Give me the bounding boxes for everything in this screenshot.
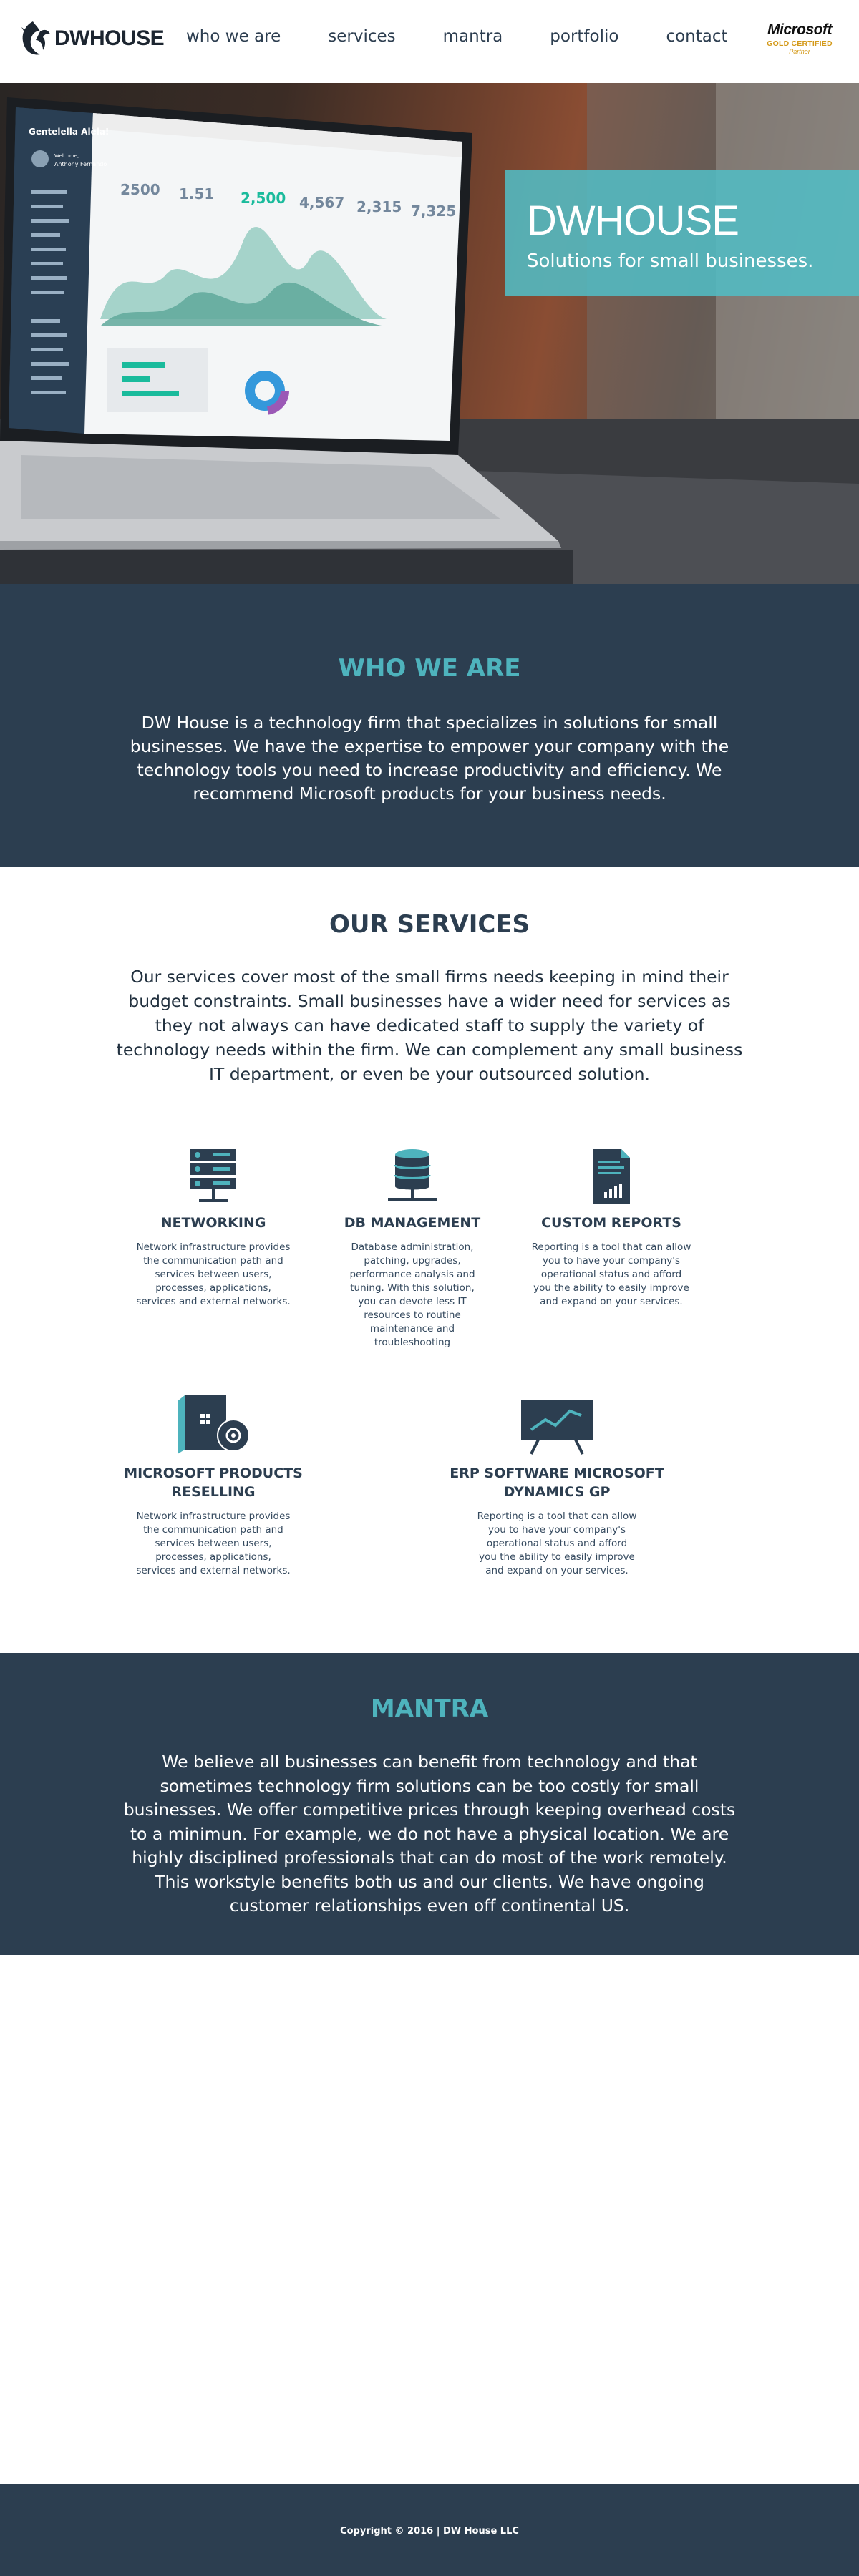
- main-nav: who we are services mantra portfolio con…: [186, 27, 728, 46]
- hero-screen-stat: 2,500: [241, 190, 286, 207]
- service-card-microsoft-reselling: MICROSOFT PRODUCTS RESELLING Network inf…: [106, 1394, 321, 1578]
- hero-title: DWHOUSE: [527, 197, 739, 244]
- service-description: Database administration, patching, upgra…: [349, 1241, 475, 1348]
- hero-screen-user-name: Anthony Fernando: [54, 161, 107, 167]
- site-footer: Copyright © 2016 | DW House LLC: [0, 2484, 859, 2576]
- site-logo[interactable]: DWHOUSE: [19, 17, 165, 60]
- services-title: OUR SERVICES: [329, 910, 530, 939]
- services-intro: Our services cover most of the small fir…: [116, 967, 743, 1084]
- hero-screen-stat: 2500: [120, 181, 160, 198]
- hero-screen-greeting: Welcome,: [54, 153, 79, 159]
- service-title: MICROSOFT PRODUCTS RESELLING: [124, 1465, 303, 1500]
- service-title: DB MANAGEMENT: [344, 1215, 481, 1231]
- hero-subtitle: Solutions for small businesses.: [527, 250, 814, 272]
- nav-link-contact[interactable]: contact: [666, 27, 727, 46]
- hero-screen-app-name: Gentelella Alela!: [29, 127, 109, 137]
- site-header: DWHOUSE who we are services mantra portf…: [0, 0, 859, 83]
- hero-screen-stat: 4,567: [299, 194, 344, 211]
- hero-screen-stat: 1.51: [179, 185, 214, 203]
- service-card-db-management: DB MANAGEMENT Database administration, p…: [305, 1148, 520, 1350]
- footer-copyright: Copyright © 2016 | DW House LLC: [340, 2526, 519, 2537]
- nav-link-services[interactable]: services: [328, 27, 395, 46]
- service-card-networking: NETWORKING Network infrastructure provid…: [106, 1148, 321, 1309]
- service-title: ERP SOFTWARE MICROSOFT DYNAMICS GP: [450, 1465, 664, 1500]
- hero-screen-stat: 7,325: [411, 203, 456, 220]
- badge-tier: Partner: [789, 48, 810, 55]
- mantra-body: We believe all businesses can benefit fr…: [123, 1752, 736, 1916]
- microsoft-gold-partner-badge: Microsoft GOLD CERTIFIED Partner: [760, 21, 839, 55]
- hero-laptop-photo: 2500 1.51 2,500 4,567 2,315 7,325 Gentel…: [0, 83, 859, 584]
- service-description: Network infrastructure provides the comm…: [136, 1511, 291, 1576]
- who-we-are-title: WHO WE ARE: [338, 654, 521, 683]
- hero-section: 2500 1.51 2,500 4,567 2,315 7,325 Gentel…: [0, 83, 859, 584]
- software-box-icon: [178, 1395, 250, 1454]
- presentation-chart-icon: [521, 1400, 593, 1455]
- nav-link-portfolio[interactable]: portfolio: [550, 27, 618, 46]
- nav-link-mantra[interactable]: mantra: [443, 27, 503, 46]
- service-title: CUSTOM REPORTS: [541, 1215, 681, 1231]
- mantra-section: MANTRA We believe all businesses can ben…: [0, 1653, 859, 1955]
- report-document-icon: [593, 1149, 630, 1204]
- service-description: Reporting is a tool that can allow you t…: [531, 1241, 691, 1307]
- service-description: Network infrastructure provides the comm…: [136, 1241, 291, 1307]
- hero-banner: DWHOUSE Solutions for small businesses.: [505, 170, 859, 296]
- server-rack-icon: [190, 1149, 236, 1202]
- database-icon: [388, 1149, 437, 1201]
- badge-level: GOLD CERTIFIED: [767, 39, 833, 48]
- who-we-are-body: DW House is a technology firm that speci…: [130, 713, 729, 804]
- service-card-custom-reports: CUSTOM REPORTS Reporting is a tool that …: [504, 1148, 719, 1309]
- who-we-are-section: WHO WE ARE DW House is a technology firm…: [0, 584, 859, 867]
- hero-screen-stat: 2,315: [356, 198, 402, 215]
- badge-brand: Microsoft: [767, 21, 833, 38]
- service-title: NETWORKING: [160, 1215, 266, 1231]
- service-card-erp-software: ERP SOFTWARE MICROSOFT DYNAMICS GP Repor…: [450, 1398, 664, 1578]
- nav-link-who-we-are[interactable]: who we are: [186, 27, 281, 46]
- mantra-title: MANTRA: [370, 1694, 489, 1723]
- logo-wordmark: DWHOUSE: [54, 26, 165, 50]
- dragon-logo-icon: [21, 21, 50, 55]
- service-description: Reporting is a tool that can allow you t…: [477, 1511, 637, 1576]
